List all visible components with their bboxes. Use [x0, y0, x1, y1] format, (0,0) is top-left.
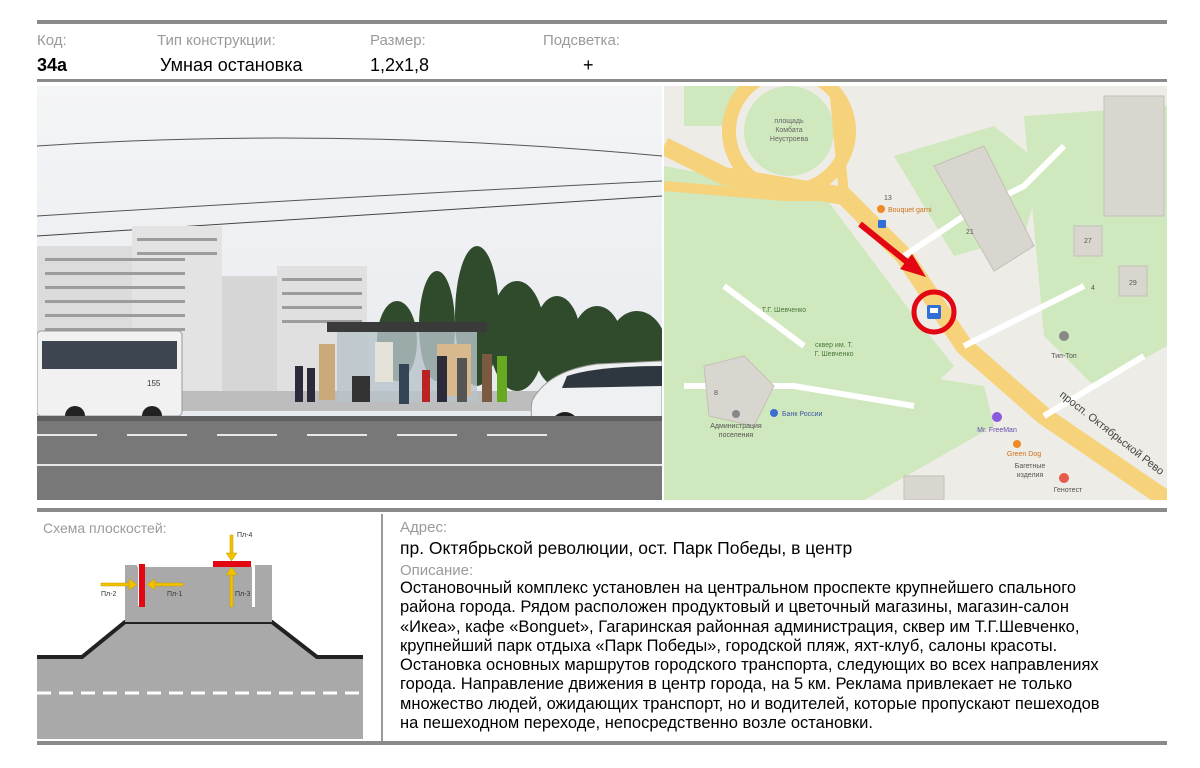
freeman-icon — [992, 412, 1002, 422]
house-21: 21 — [966, 229, 974, 236]
genotest-label: Генотест — [1054, 487, 1083, 494]
freeman-label: Mr. FreeMan — [977, 427, 1017, 434]
address-value: пр. Октябрьской революции, ост. Парк Поб… — [400, 538, 853, 558]
bouquet-label: Bouquet garni — [888, 207, 932, 214]
description-line: на пешеходном переходе, непосредственно … — [400, 714, 873, 733]
bus: 155 — [37, 330, 183, 426]
park-label-2: Г. Шевченко — [815, 351, 854, 358]
light-label: Подсветка: — [543, 32, 620, 49]
light-value: + — [583, 55, 594, 75]
address-label: Адрес: — [400, 519, 448, 536]
bagel-label-1: Багетные — [1015, 463, 1046, 470]
square-label-1: площадь — [774, 118, 804, 125]
description-line: «Икеа», кафе «Bonguet», Гагаринская райо… — [400, 617, 1080, 636]
house-29: 29 — [1129, 280, 1137, 287]
shop-icon — [1059, 331, 1069, 341]
bus-stop-photo: 155 — [37, 86, 662, 500]
admin-icon — [732, 410, 740, 418]
description-label: Описание: — [400, 562, 474, 579]
description-text: Остановочный комплекс установлен на цент… — [400, 579, 1170, 733]
panel-pl-4 — [213, 561, 251, 567]
park-label-1: сквер им. Т. — [815, 342, 853, 349]
monument-label: Т.Г. Шевченко — [762, 307, 807, 314]
label-pl-4: Пл-4 — [237, 532, 252, 539]
label-pl-1: Пл-1 — [167, 591, 182, 598]
square-label-2: Комбата — [775, 126, 802, 134]
code-value: 34а — [37, 55, 68, 75]
code-label: Код: — [37, 32, 67, 49]
description-line: Остановочный комплекс установлен на цент… — [400, 579, 1077, 597]
size-label: Размер: — [370, 32, 426, 49]
bottom-rule — [37, 741, 1167, 745]
description-line: множество людей, ожидающих транспорт, но… — [400, 694, 1100, 713]
house-8: 8 — [714, 390, 718, 397]
house-13: 13 — [884, 195, 892, 202]
pharmacy-icon — [1059, 473, 1069, 483]
header-rule — [37, 79, 1167, 82]
type-value: Умная остановка — [160, 55, 303, 75]
square-label-3: Неустроева — [770, 136, 808, 143]
house-27: 27 — [1084, 238, 1092, 245]
type-label: Тип конструкции: — [157, 32, 276, 49]
section-divider — [381, 514, 383, 743]
bagel-label-2: изделия — [1017, 472, 1044, 479]
panel-pl-1 — [139, 564, 145, 607]
description-line: Остановка основных маршрутов городского … — [400, 656, 1099, 675]
admin-label-1: Администрация — [710, 423, 762, 430]
description-line: города. Направление движения в центр гор… — [400, 675, 1073, 694]
label-pl-3: Пл-3 — [235, 591, 250, 598]
location-map: площадь Комбата Неустроева 13 Bouquet ga… — [664, 86, 1167, 500]
greendog-icon — [1013, 440, 1021, 448]
tiptop-label: Тип-Топ — [1051, 353, 1077, 360]
bank-label: Банк России — [782, 411, 823, 418]
planes-scheme: Схема плоскостей: Пл-2 Пл-1 Пл-3 Пл-4 — [37, 517, 363, 739]
greendog-label: Green Dog — [1007, 451, 1041, 458]
admin-label-2: поселения — [719, 432, 754, 439]
top-rule — [37, 20, 1167, 24]
middle-rule — [37, 508, 1167, 512]
label-pl-2: Пл-2 — [101, 591, 116, 598]
house-43: 4 — [1091, 285, 1095, 292]
bank-icon — [770, 409, 778, 417]
bus-number: 155 — [147, 379, 161, 388]
description-line: района города. Рядом расположен продукто… — [400, 598, 1069, 617]
size-value: 1,2х1,8 — [370, 55, 430, 75]
description-line: крупнейший парк отдыха «Парк Победы», го… — [400, 636, 1058, 655]
bus-stop-icon-small — [878, 220, 886, 228]
cafe-icon — [877, 205, 885, 213]
